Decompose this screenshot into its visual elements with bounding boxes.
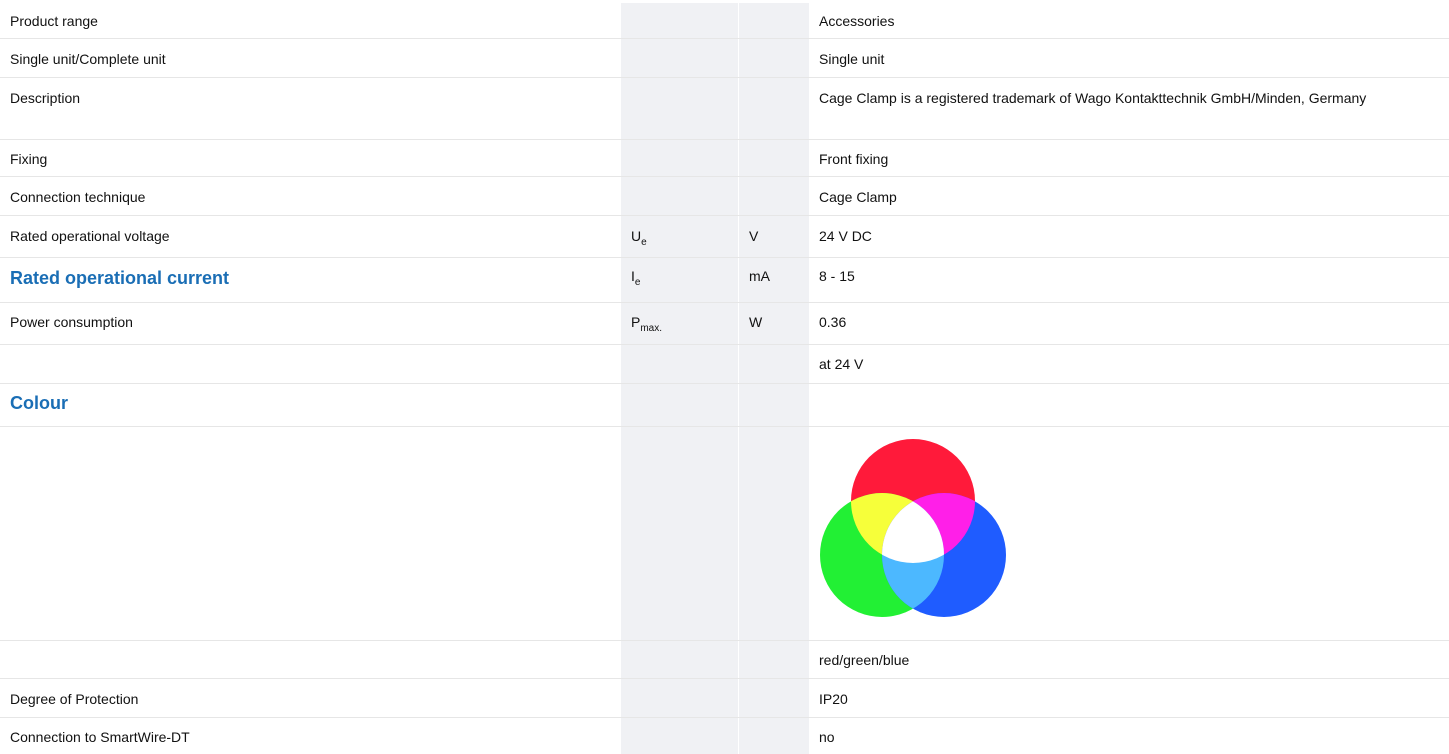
label: Connection to SmartWire-DT	[10, 729, 190, 745]
row-colour-value: red/green/blue	[0, 641, 1449, 679]
label: Connection technique	[10, 189, 146, 205]
unit	[739, 3, 809, 38]
unit	[739, 427, 809, 640]
row-connection-technique: Connection technique Cage Clamp	[0, 177, 1449, 216]
symbol: Ie	[621, 258, 739, 302]
symbol-main: P	[631, 314, 641, 330]
label-highlight: Rated operational current	[10, 268, 230, 288]
symbol	[621, 718, 739, 754]
label: Product range	[10, 13, 98, 29]
value: Front fixing	[819, 151, 889, 167]
row-rated-voltage: Rated operational voltage Ue V 24 V DC	[0, 216, 1449, 258]
value: red/green/blue	[819, 652, 910, 668]
value: 0.36	[819, 314, 847, 330]
value	[809, 384, 1449, 426]
unit	[739, 177, 809, 215]
label: Power consumption	[10, 314, 133, 330]
symbol-main: U	[631, 228, 642, 244]
label: Rated operational voltage	[10, 228, 170, 244]
value: 24 V DC	[819, 228, 872, 244]
symbol: Ue	[621, 216, 739, 257]
row-description: Description Cage Clamp is a registered t…	[0, 78, 1449, 140]
symbol-sub: max.	[640, 323, 663, 334]
unit	[739, 140, 809, 176]
symbol	[621, 3, 739, 38]
row-degree-protection: Degree of Protection IP20	[0, 679, 1449, 718]
rgb-venn-icon	[820, 439, 1006, 617]
row-colour-image	[0, 427, 1449, 641]
symbol	[621, 427, 739, 640]
unit	[739, 345, 809, 383]
symbol	[621, 345, 739, 383]
unit	[739, 679, 809, 717]
label	[0, 427, 621, 640]
value: no	[819, 729, 835, 745]
symbol	[621, 384, 739, 426]
value: Cage Clamp is a registered trademark of …	[819, 90, 1367, 106]
value: IP20	[819, 691, 848, 707]
label: Fixing	[10, 151, 48, 167]
label: Single unit/Complete unit	[10, 51, 166, 67]
row-colour-heading: Colour	[0, 384, 1449, 427]
label: Description	[10, 90, 81, 106]
label	[0, 345, 621, 383]
value: Cage Clamp	[819, 189, 897, 205]
value: Single unit	[819, 51, 885, 67]
symbol-sub: e	[641, 237, 647, 248]
value: 8 - 15	[819, 268, 855, 284]
symbol-sub: e	[634, 277, 641, 288]
unit	[739, 718, 809, 754]
symbol: Pmax.	[621, 303, 739, 344]
symbol	[621, 679, 739, 717]
value: Accessories	[819, 13, 895, 29]
row-single-unit: Single unit/Complete unit Single unit	[0, 39, 1449, 78]
unit	[739, 641, 809, 678]
symbol	[621, 177, 739, 215]
value	[809, 427, 1449, 640]
row-rated-current: Rated operational current Ie mA 8 - 15	[0, 258, 1449, 303]
row-fixing: Fixing Front fixing	[0, 140, 1449, 177]
value: at 24 V	[819, 356, 864, 372]
unit: W	[739, 303, 809, 344]
unit	[739, 39, 809, 77]
symbol	[621, 78, 739, 139]
unit: V	[739, 216, 809, 257]
symbol	[621, 641, 739, 678]
symbol	[621, 140, 739, 176]
label	[0, 641, 621, 678]
row-smartwire: Connection to SmartWire-DT no	[0, 718, 1449, 754]
unit	[739, 384, 809, 426]
row-power-note: at 24 V	[0, 345, 1449, 384]
spec-table: Product range Accessories Single unit/Co…	[0, 3, 1449, 754]
symbol	[621, 39, 739, 77]
unit	[739, 78, 809, 139]
label-highlight: Colour	[10, 393, 68, 413]
unit: mA	[739, 258, 809, 302]
row-power-consumption: Power consumption Pmax. W 0.36	[0, 303, 1449, 345]
label: Degree of Protection	[10, 691, 139, 707]
row-product-range: Product range Accessories	[0, 3, 1449, 39]
